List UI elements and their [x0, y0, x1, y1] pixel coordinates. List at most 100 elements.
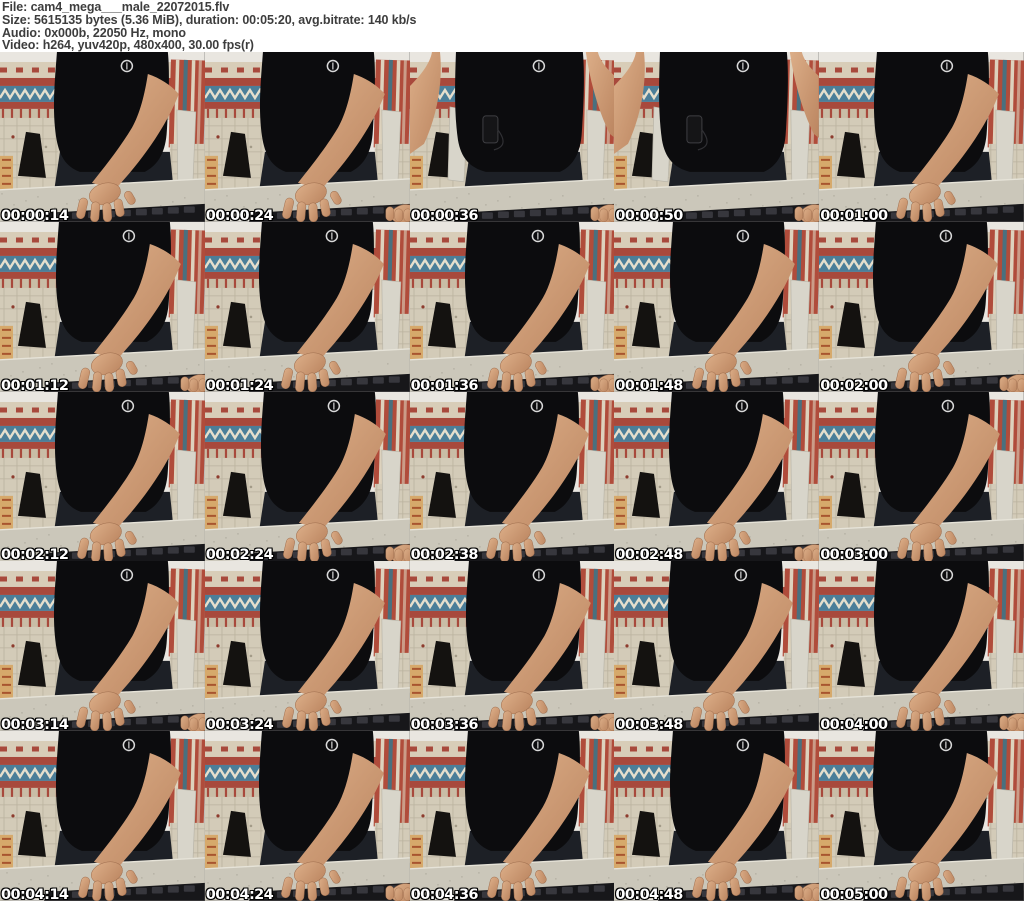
thumbnail-image: [819, 221, 1024, 392]
thumbnail-image: [819, 731, 1024, 901]
thumbnail-image: [0, 52, 205, 222]
thumbnail-image: [0, 731, 205, 901]
timestamp-overlay: 00:00:24: [205, 207, 274, 222]
timestamp-overlay: 00:01:24: [205, 377, 274, 392]
timestamp-overlay: 00:01:00: [820, 207, 888, 222]
thumbnail-image: [204, 561, 410, 732]
thumbnail-cell: 00:01:00: [819, 52, 1024, 222]
thumbnail-cell: 00:03:24: [204, 561, 410, 732]
thumbnail-image: [0, 561, 205, 732]
timestamp-overlay: 00:02:38: [410, 547, 479, 562]
thumbnail-cell: 00:03:00: [819, 391, 1024, 562]
thumbnail-image: [819, 391, 1024, 562]
floor-object: [0, 155, 13, 192]
timestamp-overlay: 00:02:24: [205, 547, 274, 562]
file-info-video: Video: h264, yuv420p, 480x400, 30.00 fps…: [2, 38, 254, 53]
thumbnail-image: [409, 561, 615, 732]
thumbnail-cell: 00:02:00: [819, 221, 1024, 392]
floor-object: [0, 495, 13, 532]
thumbnail-image: [819, 52, 1024, 222]
thumbnail-cell: 00:04:00: [819, 561, 1024, 732]
timestamp-overlay: 00:03:00: [820, 547, 888, 562]
timestamp-overlay: 00:04:14: [1, 886, 69, 901]
timestamp-overlay: 00:04:00: [820, 717, 888, 732]
thumbnail-cell: 00:04:14: [0, 731, 205, 901]
thumbnail-cell: 00:00:24: [204, 52, 410, 222]
file-info-header: File: cam4_mega___male_22072015.flv Size…: [0, 0, 1024, 52]
floor-object: [819, 835, 833, 872]
thumbnail-image: [204, 731, 410, 901]
floor-object: [614, 155, 628, 192]
thumbnail-cell: 00:05:00: [819, 731, 1024, 901]
timestamp-overlay: 00:00:50: [615, 207, 683, 222]
floor-object: [409, 155, 423, 192]
thumbnail-cell: 00:04:48: [614, 731, 820, 901]
timestamp-overlay: 00:02:00: [820, 377, 888, 392]
thumbnail-cell: 00:01:36: [409, 221, 615, 392]
timestamp-overlay: 00:03:48: [615, 717, 683, 732]
floor-object: [409, 325, 423, 362]
floor-object: [204, 325, 218, 362]
thumbnail-image: [614, 731, 820, 901]
thumbnail-cell: 00:00:14: [0, 52, 205, 222]
timestamp-overlay: 00:03:14: [1, 717, 69, 732]
thumbnail-image: [409, 731, 615, 901]
thumbnail-image: [614, 52, 820, 222]
thumbnail-cell: 00:00:36: [409, 52, 615, 222]
thumbnail-grid: 00:00:14 00:00:24 00:00:36 00:00:50 00:01:00…: [0, 52, 1024, 901]
file-info-file: File: cam4_mega___male_22072015.flv: [2, 0, 230, 14]
timestamp-overlay: 00:02:12: [1, 547, 69, 562]
floor-object: [204, 495, 218, 532]
thumbnail-image: [409, 52, 615, 222]
person-torso: [659, 52, 789, 172]
timestamp-overlay: 00:01:36: [410, 377, 479, 392]
thumbnail-cell: 00:02:48: [614, 391, 820, 562]
floor-object: [409, 495, 423, 532]
thumbnail-cell: 00:03:14: [0, 561, 205, 732]
floor-object: [614, 495, 628, 532]
thumbnail-cell: 00:00:50: [614, 52, 820, 222]
thumbnail-cell: 00:04:36: [409, 731, 615, 901]
thumbnail-cell: 00:03:36: [409, 561, 615, 732]
thumbnail-image: [409, 221, 615, 392]
floor-object: [819, 665, 833, 702]
thumbnail-image: [0, 391, 205, 562]
timestamp-overlay: 00:04:24: [205, 886, 274, 901]
timestamp-overlay: 00:01:48: [615, 377, 683, 392]
floor-object: [0, 665, 13, 702]
timestamp-overlay: 00:03:24: [205, 717, 274, 732]
floor-object: [204, 665, 218, 702]
thumbnail-cell: 00:01:12: [0, 221, 205, 392]
timestamp-overlay: 00:01:12: [1, 377, 69, 392]
floor-object: [0, 325, 13, 362]
person-torso: [454, 52, 584, 172]
timestamp-overlay: 00:04:48: [615, 886, 683, 901]
thumbnail-image: [204, 221, 410, 392]
thumbnail-cell: 00:04:24: [204, 731, 410, 901]
floor-object: [409, 835, 423, 872]
thumbnail-image: [0, 221, 205, 392]
file-info-size: Size: 5615135 bytes (5.36 MiB), duration…: [2, 12, 417, 27]
floor-object: [614, 325, 628, 362]
thumbnail-cell: 00:02:12: [0, 391, 205, 562]
thumbnail-cell: 00:03:48: [614, 561, 820, 732]
thumbnail-image: [614, 561, 820, 732]
thumbnail-image: [204, 391, 410, 562]
timestamp-overlay: 00:00:14: [1, 207, 69, 222]
thumbnail-image: [614, 221, 820, 392]
timestamp-overlay: 00:00:36: [410, 207, 479, 222]
thumbnail-image: [614, 391, 820, 562]
thumbnail-cell: 00:02:38: [409, 391, 615, 562]
thumbnail-cell: 00:01:24: [204, 221, 410, 392]
timestamp-overlay: 00:04:36: [410, 886, 479, 901]
floor-object: [204, 835, 218, 872]
timestamp-overlay: 00:05:00: [820, 886, 888, 901]
thumbnail-cell: 00:02:24: [204, 391, 410, 562]
floor-object: [614, 665, 628, 702]
floor-object: [204, 155, 218, 192]
floor-object: [614, 835, 628, 872]
thumbnail-image: [204, 52, 410, 222]
floor-object: [819, 325, 833, 362]
timestamp-overlay: 00:03:36: [410, 717, 479, 732]
timestamp-overlay: 00:02:48: [615, 547, 683, 562]
